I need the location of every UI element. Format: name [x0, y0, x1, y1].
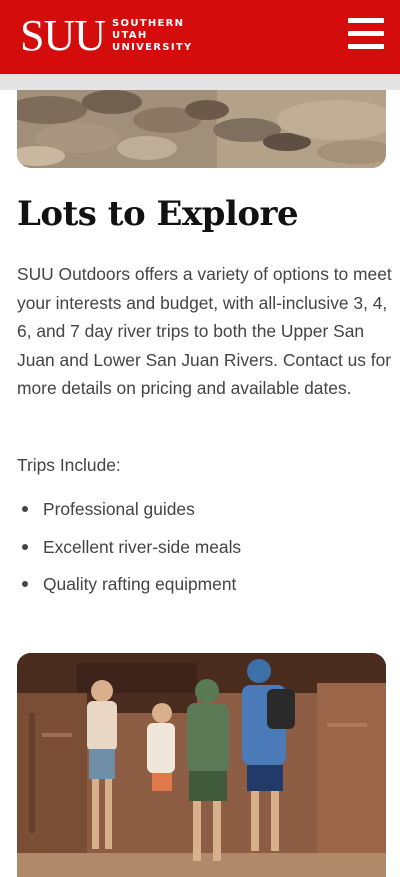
bullet-icon [22, 581, 28, 587]
river-rocks-photo [17, 90, 386, 168]
menu-bar [348, 31, 384, 36]
bullet-icon [22, 543, 28, 550]
trips-list: Professional guides Excellent river-side… [17, 495, 387, 608]
suu-logo[interactable]: SUU SOUTHERN UTAH UNIVERSITY [20, 14, 193, 58]
bullet-icon [22, 506, 28, 512]
logo-line-university: UNIVERSITY [112, 42, 193, 53]
list-item-text: Excellent river-side meals [43, 536, 242, 557]
logo-wordmark: SOUTHERN UTAH UNIVERSITY [112, 18, 192, 54]
page-heading: Lots to Explore [17, 194, 299, 234]
list-item: Excellent river-side meals [17, 533, 387, 571]
logo-mark: SUU [20, 11, 106, 60]
logo-line-utah: UTAH [112, 30, 148, 41]
list-item: Professional guides [17, 495, 387, 533]
group-in-ruins-photo [17, 653, 386, 877]
hamburger-menu-icon[interactable] [348, 18, 384, 50]
site-header: SUU SOUTHERN UTAH UNIVERSITY [0, 0, 400, 74]
intro-paragraph: SUU Outdoors offers a variety of options… [17, 264, 392, 399]
list-item: Quality rafting equipment [17, 570, 387, 608]
menu-bar [348, 44, 384, 49]
menu-bar [348, 18, 384, 23]
list-item-text: Quality rafting equipment [43, 574, 237, 594]
logo-line-southern: SOUTHERN [112, 18, 185, 29]
trips-include-label: Trips Include: [17, 455, 121, 475]
group-in-ruins-image [17, 653, 386, 877]
header-divider [0, 74, 400, 90]
list-item-text: Professional guides [43, 499, 195, 519]
river-rocks-image [17, 90, 386, 168]
